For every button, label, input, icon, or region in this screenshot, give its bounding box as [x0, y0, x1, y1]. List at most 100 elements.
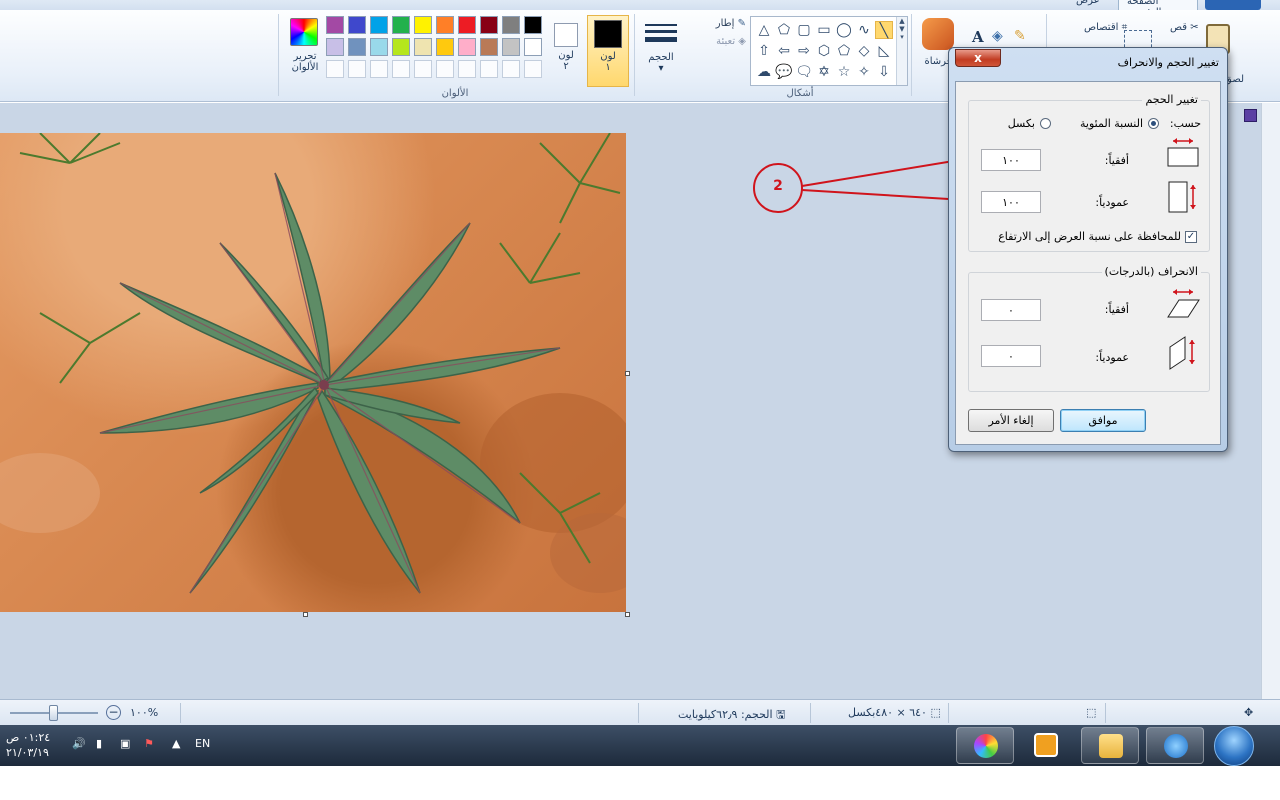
palette-swatch[interactable] — [326, 16, 344, 34]
palette-swatch[interactable] — [502, 16, 520, 34]
taskbar-internet-explorer[interactable] — [1146, 727, 1204, 764]
palette-swatch[interactable] — [436, 38, 454, 56]
six-point-star-shape-icon[interactable]: ✡ — [815, 63, 833, 81]
palette-swatch[interactable] — [348, 16, 366, 34]
right-triangle-shape-icon[interactable]: ◺ — [875, 42, 893, 60]
language-indicator[interactable]: EN — [195, 737, 210, 750]
palette-swatch[interactable] — [414, 38, 432, 56]
custom-color-slot[interactable] — [502, 60, 520, 78]
custom-color-slot[interactable] — [414, 60, 432, 78]
taskbar-media-player[interactable] — [1017, 727, 1073, 764]
right-arrow-shape-icon[interactable]: ⇨ — [795, 42, 813, 60]
pencil-tool-icon[interactable]: ✎ — [1014, 28, 1026, 44]
polygon-shape-icon[interactable]: ⬠ — [775, 21, 793, 39]
rectangle-shape-icon[interactable]: ▭ — [815, 21, 833, 39]
curve-shape-icon[interactable]: ∿ — [855, 21, 873, 39]
resize-handle-bottom[interactable] — [303, 612, 308, 617]
resize-handle-right[interactable] — [625, 371, 630, 376]
custom-color-slot[interactable] — [458, 60, 476, 78]
rounded-rectangle-shape-icon[interactable]: ▢ — [795, 21, 813, 39]
palette-swatch[interactable] — [524, 16, 542, 34]
custom-color-slot[interactable] — [348, 60, 366, 78]
brush-icon — [922, 18, 954, 50]
palette-swatch[interactable] — [392, 16, 410, 34]
cancel-button[interactable]: إلغاء الأمر — [968, 409, 1054, 432]
color-1-button[interactable]: لون ١ — [587, 15, 629, 87]
color-2-button[interactable]: لون ٢ — [548, 18, 584, 86]
resize-section-title: تغيير الحجم — [1142, 93, 1201, 106]
oval-callout-shape-icon[interactable]: 💬 — [775, 63, 793, 81]
left-arrow-shape-icon[interactable]: ⇦ — [775, 42, 793, 60]
shapes-gallery: ╲ ∿ ◯ ▭ ▢ ⬠ △ ◺ ◇ ⬠ ⬡ ⇨ ⇦ ⇧ ⇩ ✧ ☆ ✡ 🗨 💬 ☁ ▲ ▼ ▾ — [750, 16, 908, 86]
skew-horizontal-input[interactable] — [981, 299, 1041, 321]
tab-home[interactable]: الصفحة الرئيسية — [1118, 0, 1198, 18]
tab-file-menu[interactable] — [1205, 0, 1261, 10]
vertical-scrollbar[interactable] — [1261, 103, 1280, 699]
ok-button[interactable]: موافق — [1060, 409, 1146, 432]
oval-shape-icon[interactable]: ◯ — [835, 21, 853, 39]
custom-color-slot[interactable] — [392, 60, 410, 78]
palette-swatch[interactable] — [370, 16, 388, 34]
resize-handle-corner[interactable] — [625, 612, 630, 617]
pixels-radio[interactable] — [1040, 118, 1051, 129]
resize-horizontal-input[interactable] — [981, 149, 1041, 171]
rounded-callout-shape-icon[interactable]: 🗨 — [795, 63, 813, 81]
cut-button[interactable]: قص ✂ — [1170, 22, 1199, 33]
custom-color-slot[interactable] — [436, 60, 454, 78]
palette-swatch[interactable] — [392, 38, 410, 56]
taskbar-paint[interactable] — [956, 727, 1014, 764]
shapes-gallery-scroll[interactable]: ▲ ▼ ▾ — [896, 17, 907, 85]
outline-dropdown[interactable]: إطار ✎ — [692, 18, 746, 36]
diamond-shape-icon[interactable]: ◇ — [855, 42, 873, 60]
network-icon[interactable]: ▮ — [96, 737, 102, 750]
tab-view[interactable]: عرض — [1068, 0, 1108, 10]
custom-color-slot[interactable] — [326, 60, 344, 78]
palette-swatch[interactable] — [480, 16, 498, 34]
palette-swatch[interactable] — [348, 38, 366, 56]
canvas-image[interactable] — [0, 133, 626, 612]
palette-swatch[interactable] — [480, 38, 498, 56]
custom-color-slot[interactable] — [480, 60, 498, 78]
edit-colors-button[interactable]: تحرير الألوان — [286, 16, 322, 86]
palette-swatch[interactable] — [414, 16, 432, 34]
palette-swatch[interactable] — [370, 38, 388, 56]
skew-vertical-input[interactable] — [981, 345, 1041, 367]
palette-swatch[interactable] — [524, 38, 542, 56]
action-center-icon[interactable]: ⚑ — [144, 737, 154, 750]
palette-swatch[interactable] — [326, 38, 344, 56]
four-point-star-shape-icon[interactable]: ✧ — [855, 63, 873, 81]
taskbar-explorer[interactable] — [1081, 727, 1139, 764]
percentage-radio[interactable] — [1148, 118, 1159, 129]
zoom-out-button[interactable]: − — [106, 705, 121, 720]
down-arrow-shape-icon[interactable]: ⇩ — [875, 63, 893, 81]
palette-swatch[interactable] — [458, 38, 476, 56]
crop-button[interactable]: اقتصاص ⌗ — [1084, 22, 1127, 33]
line-shape-icon[interactable]: ╲ — [875, 21, 893, 39]
start-button[interactable] — [1214, 726, 1254, 766]
cloud-callout-shape-icon[interactable]: ☁ — [755, 63, 773, 81]
palette-swatch[interactable] — [502, 38, 520, 56]
maintain-aspect-checkbox[interactable]: ✓ — [1185, 231, 1197, 243]
text-tool-icon[interactable]: A — [972, 28, 984, 46]
save-icon[interactable] — [1241, 103, 1261, 127]
hexagon-shape-icon[interactable]: ⬡ — [815, 42, 833, 60]
resize-vertical-input[interactable] — [981, 191, 1041, 213]
file-size-text: الحجم: ٦٢٫٩كيلوبايت — [678, 708, 773, 721]
zoom-slider-thumb[interactable] — [49, 705, 58, 721]
volume-icon[interactable]: 🔊 — [72, 737, 86, 750]
clock[interactable]: ٠١:٢٤ ص ٢١/٠٣/١٩ — [6, 730, 50, 760]
palette-swatch[interactable] — [458, 16, 476, 34]
five-point-star-shape-icon[interactable]: ☆ — [835, 63, 853, 81]
power-icon[interactable]: ▣ — [120, 737, 130, 750]
custom-color-slot[interactable] — [370, 60, 388, 78]
fill-dropdown[interactable]: تعبئة ◈ — [692, 36, 746, 54]
palette-swatch[interactable] — [436, 16, 454, 34]
triangle-shape-icon[interactable]: △ — [755, 21, 773, 39]
dialog-close-button[interactable]: x — [955, 49, 1001, 67]
fill-tool-icon[interactable]: ◈ — [992, 28, 1003, 44]
pentagon-shape-icon[interactable]: ⬠ — [835, 42, 853, 60]
show-hidden-icons-icon[interactable]: ▲ — [172, 737, 180, 750]
size-button[interactable]: الحجم ▾ — [640, 16, 682, 86]
up-arrow-shape-icon[interactable]: ⇧ — [755, 42, 773, 60]
custom-color-slot[interactable] — [524, 60, 542, 78]
